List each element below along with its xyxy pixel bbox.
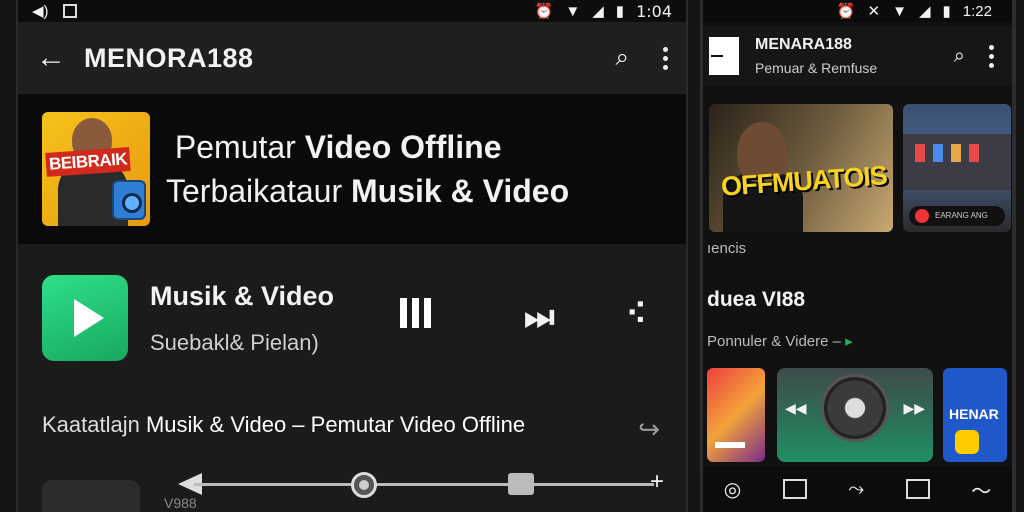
screenshot-icon [62, 4, 77, 18]
left-phone: ◀) ⏰ ▼ ◢ ▮ 1:04 ← MENORA188 ⌕ BEIBRAIK P… [16, 0, 688, 512]
app-title: MENARA188 [755, 36, 852, 53]
play-icon [74, 299, 104, 337]
bottom-nav: ◎ ⤳ 〜 [703, 466, 1012, 512]
green-dot-icon: ▸ [845, 333, 853, 350]
plus-icon[interactable]: + [650, 468, 664, 496]
chip-icon [955, 430, 979, 454]
media-tile-2[interactable]: ◀◀ ▶▶ [777, 368, 933, 462]
banner-line1-bold: Video Offline [304, 129, 502, 165]
search-icon[interactable]: ⌕ [954, 45, 965, 68]
track-title: Musik & Video [150, 280, 335, 311]
media-tile-1[interactable] [707, 368, 765, 462]
alarm-icon: ⏰ [836, 3, 856, 20]
battery-icon: ▮ [942, 3, 951, 20]
speaker-icon [112, 180, 146, 220]
section-label-a: ıencis [707, 240, 747, 257]
play-button[interactable] [42, 275, 128, 361]
search-icon[interactable]: ⌕ [616, 44, 629, 72]
app-icon[interactable]: ◎ [724, 477, 741, 502]
status-bar-right: ⏰ ✕ ▼ ◢ ▮ 1:22 [703, 0, 1012, 22]
rewind-icon: ◀◀ [785, 400, 807, 416]
card2-pill: EARANG ANG PEMUAR [909, 206, 1005, 232]
now-playing-prefix: Kaatatlajn [42, 412, 146, 437]
recents-icon[interactable] [782, 479, 807, 499]
now-playing-text: Musik & Video – Pemutar Video Offline [145, 412, 526, 437]
bottom-thumbnail[interactable] [42, 480, 140, 512]
screen: ◀) ⏰ ▼ ◢ ▮ 1:04 ← MENORA188 ⌕ BEIBRAIK P… [0, 0, 1024, 512]
volume-icon: ◀) [32, 3, 49, 20]
app-subtitle: Pemuar & Remfuse [755, 60, 878, 76]
app-title: MENORA188 [84, 42, 254, 73]
banner-line2-normal: Terbaikataur [166, 173, 351, 209]
status-bar: ◀) ⏰ ▼ ◢ ▮ 1:04 [18, 0, 686, 22]
section-subtitle-text: Ponnuler & Videre – [707, 333, 841, 350]
signal-icon: ◢ [592, 3, 604, 20]
signal-icon: ◢ [918, 3, 931, 20]
next-track-icon[interactable]: ⏭ [524, 298, 555, 337]
more-options-icon[interactable] [663, 46, 668, 70]
section-title: dueа VI88 [707, 288, 806, 311]
status-time: 1:04 [636, 1, 672, 21]
status-time: 1:22 [962, 2, 992, 20]
back-icon[interactable]: ← [36, 41, 84, 75]
right-phone: ⏰ ✕ ▼ ◢ ▮ 1:22 MENARA188 Pemuar & Remfus… [700, 0, 1016, 512]
seek-marker [508, 473, 534, 495]
seek-bar[interactable]: + [178, 468, 664, 500]
video-card-2[interactable]: EARANG ANG PEMUAR [903, 104, 1011, 232]
media-tile-3[interactable]: HENAR [943, 368, 1007, 462]
window-icon[interactable] [905, 479, 930, 499]
share-icon[interactable]: ⤳ [848, 478, 864, 501]
album-art: BEIBRAIK [42, 112, 150, 226]
forward-icon[interactable]: ↪ [638, 414, 660, 445]
app-bar: ← MENORA188 ⌕ [18, 22, 686, 94]
tile3-brand: HENAR [949, 406, 999, 422]
wifi-icon: ▼ [565, 2, 581, 20]
share-icon[interactable]: ⠪ [626, 298, 647, 331]
seek-track [194, 483, 654, 486]
battery-icon: ▮ [615, 3, 625, 20]
mute-icon: ✕ [867, 3, 881, 20]
banner-headline: Pemutar Video Offline Terbaikataur Musik… [166, 125, 569, 213]
dial-knob [821, 374, 889, 442]
alarm-icon: ⏰ [534, 3, 554, 20]
fast-forward-icon: ▶▶ [903, 400, 925, 416]
section-subtitle: Ponnuler & Videre – ▸ [707, 332, 853, 350]
more-options-icon[interactable] [989, 44, 994, 68]
pause-button[interactable] [400, 298, 431, 328]
banner-line1-normal: Pemutar [174, 129, 305, 165]
seek-thumb[interactable] [351, 472, 378, 498]
banner-line2-bold: Musik & Video [350, 173, 570, 209]
app-logo [709, 37, 739, 75]
track-subtitle: Suebakl& Pielan) [150, 329, 319, 355]
mini-player: Musik & Video Suebakl& Pielan) ⏭ ⠪ [18, 268, 686, 368]
wave-icon[interactable]: 〜 [971, 475, 991, 504]
wifi-icon: ▼ [892, 2, 907, 20]
video-card-1[interactable]: OFFMUATOIS [709, 104, 893, 232]
feature-banner[interactable]: BEIBRAIK Pemutar Video Offline Terbaikat… [18, 94, 686, 244]
now-playing-line: Kaatatlajn Musik & Video – Pemutar Video… [42, 412, 525, 438]
app-bar-right: MENARA188 Pemuar & Remfuse ⌕ [703, 26, 1012, 86]
